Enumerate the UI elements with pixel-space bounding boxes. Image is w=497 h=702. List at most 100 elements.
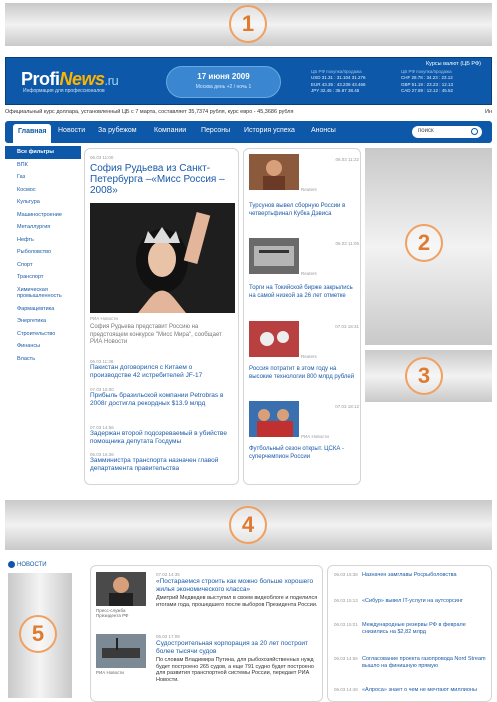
lead-photo-image [90,203,235,313]
category-item[interactable]: Рыболовство [5,246,81,259]
thumb-image [249,401,299,437]
news-item: 06.03 11:38 Пакистан договорился с Китае… [90,359,235,379]
nav-tab-announcements[interactable]: Анонсы [311,127,336,134]
main-navigation: Главная Новости За рубежом Компании Перс… [5,121,492,143]
category-item[interactable]: Строительство [5,328,81,341]
photo-news-source: Reuters [301,354,317,359]
nav-tab-persons[interactable]: Персоны [201,127,230,134]
ad-banner-right-1[interactable]: 2 [365,148,492,345]
news-bullet-icon [8,561,15,568]
ad-number-badge: 5 [19,615,57,653]
category-item[interactable]: Космос [5,184,81,197]
news-item-title[interactable]: Задержан второй подозреваемый в убийстве… [90,430,235,445]
category-item[interactable]: Финансы [5,340,81,353]
nav-tab-companies[interactable]: Компании [154,127,186,134]
news-item-title[interactable]: Пакистан договорился с Китаем о производ… [90,364,235,379]
category-item[interactable]: Химическая промышленность [5,284,81,303]
lead-photo[interactable] [90,203,235,313]
photo-news-item[interactable]: 06.03 11:05 Reuters Торги на Токийской б… [249,238,359,318]
photo-news-card: 06.03 11:22 Reuters Турсунов вывел сборн… [243,148,361,485]
lead-text: София Рудьева представит Россию на предс… [90,324,222,345]
category-item[interactable]: Культура [5,196,81,209]
ad-banner-top[interactable]: 1 [5,3,492,46]
latest-news-title[interactable]: «Сибур» вывел IT-услуги на аутсорсинг [362,598,486,605]
bottom-thumb-image [96,634,146,668]
news-item-title[interactable]: Прибыль бразильской компании Petrobras в… [90,392,235,407]
latest-news-list: 06.03 15:38 Назначен замглавы Росрыболов… [327,565,492,702]
photo-news-title[interactable]: Россия потратит в этом году на высокие т… [249,366,359,381]
category-item[interactable]: Нефть [5,234,81,247]
category-item-all[interactable]: Все фильтры [5,146,81,159]
currency-rates: Курсы валют (ЦБ РФ) ЦБ РФ покупка/продаж… [311,61,481,94]
nav-tab-news[interactable]: Новости [58,127,85,134]
lead-headline[interactable]: София Рудьева из Санкт-Петербурга –«Мисс… [90,163,235,196]
category-item[interactable]: Энергетика [5,315,81,328]
nav-tab-abroad[interactable]: За рубежом [98,127,137,134]
rate-row: CAD 27.89 : 12.12 : 45.52 [401,87,454,93]
category-item[interactable]: Фармацевтика [5,303,81,316]
bottom-news-title[interactable]: «Постараемся строить как можно больше хо… [156,578,319,593]
category-item[interactable]: ВПК [5,159,81,172]
latest-news-time: 06.03 14:48 [334,687,358,692]
category-item[interactable]: Газ [5,171,81,184]
category-item[interactable]: Машиностроение [5,209,81,222]
photo-news-item[interactable]: 07.03 18:12 РИА Новости Футбольный сезон… [249,401,359,481]
ad-banner-bottom-left[interactable]: 5 [8,573,72,698]
photo-news-date: 07.03 18:31 [335,324,359,329]
rates-left-column: ЦБ РФ покупка/продажа USD 31.31 : 31.104… [311,69,391,94]
news-item-title[interactable]: Замминистра транспорта назначен главой д… [90,457,235,472]
ad-banner-middle[interactable]: 4 [5,500,492,550]
bottom-news-meta: 06.03 17:09 [156,634,180,639]
logo-ru-text: .ru [104,73,119,88]
photo-news-title[interactable]: Футбольный сезон открыт. ЦСКА - суперчем… [249,446,359,461]
bottom-thumb-caption: РИА Новости [96,670,124,675]
photo-news-date: 07.03 18:12 [335,404,359,409]
photo-news-item[interactable]: 07.03 18:31 Reuters Россия потратит в эт… [249,321,359,401]
nav-tab-success[interactable]: История успеха [244,127,295,134]
latest-news-time: 06.03 15:01 [334,622,358,627]
current-date: 17 июня 2009 [197,72,250,81]
site-header: ProfiNews.ru Информация для профессионал… [5,57,492,105]
latest-news-title[interactable]: Назначен замглавы Росрыболовства [362,572,486,579]
photo-news-item[interactable]: 06.03 11:22 Reuters Турсунов вывел сборн… [249,154,359,234]
bottom-news-item: Пресс-служба Президента РФ 07.03 14:35 «… [96,572,321,632]
ad-number-badge: 2 [405,224,443,262]
latest-news-time: 06.03 15:38 [334,572,358,577]
weather-text: Москва день +2 / ночь 1 [195,84,252,90]
ad-number-badge: 4 [229,506,267,544]
latest-news-title[interactable]: «Алроса» знает о чем не мечтают миллионы [362,687,486,694]
photo-news-source: РИА Новости [301,434,329,439]
bottom-news-text: По словам Владимира Путина, для рыбохозя… [156,657,314,683]
currency-ticker: Официальный курс доллара, установленный … [5,109,492,117]
thumb-image [249,321,299,357]
photo-news-title[interactable]: Турсунов вывел сборную России в четверть… [249,203,359,218]
ad-number-badge: 1 [229,5,267,43]
news-section-header[interactable]: НОВОСТИ [8,561,47,568]
category-item[interactable]: Власть [5,353,81,366]
logo-text: Profi [21,69,60,89]
search-placeholder: поиск [418,128,434,134]
ad-banner-right-2[interactable]: 3 [365,350,492,402]
category-item[interactable]: Металлургия [5,221,81,234]
photo-news-source: Reuters [301,187,317,192]
nav-tab-home[interactable]: Главная [13,124,52,143]
news-item: 07.03 14:56 Задержан второй подозреваемы… [90,425,235,445]
category-item[interactable]: Транспорт [5,271,81,284]
ad-number-badge: 3 [405,357,443,395]
news-section-label: НОВОСТИ [17,562,47,569]
category-item[interactable]: Спорт [5,259,81,272]
ticker-text-right: Ин [485,109,492,115]
site-logo[interactable]: ProfiNews.ru [21,69,119,90]
bottom-news-text: Дмитрий Медведев выступил в своем видеоб… [156,595,318,608]
search-icon[interactable] [471,128,478,135]
bottom-news-title[interactable]: Судостроительная корпорация за 20 лет по… [156,640,319,655]
latest-news-title[interactable]: Согласование проекта газопровода Nord St… [362,656,486,669]
photo-news-date: 06.03 11:05 [335,241,359,246]
latest-news-title[interactable]: Международные резервы РФ в феврале снизи… [362,622,486,635]
bottom-news-item: РИА Новости 06.03 17:09 Судостроительная… [96,634,321,700]
bottom-thumb-image [96,572,146,606]
latest-news-time: 06.03 15:13 [334,598,358,603]
rates-title: Курсы валют (ЦБ РФ) [425,61,481,67]
photo-news-title[interactable]: Торги на Токийской бирже закрылись на са… [249,285,359,300]
search-input[interactable]: поиск [412,126,482,138]
